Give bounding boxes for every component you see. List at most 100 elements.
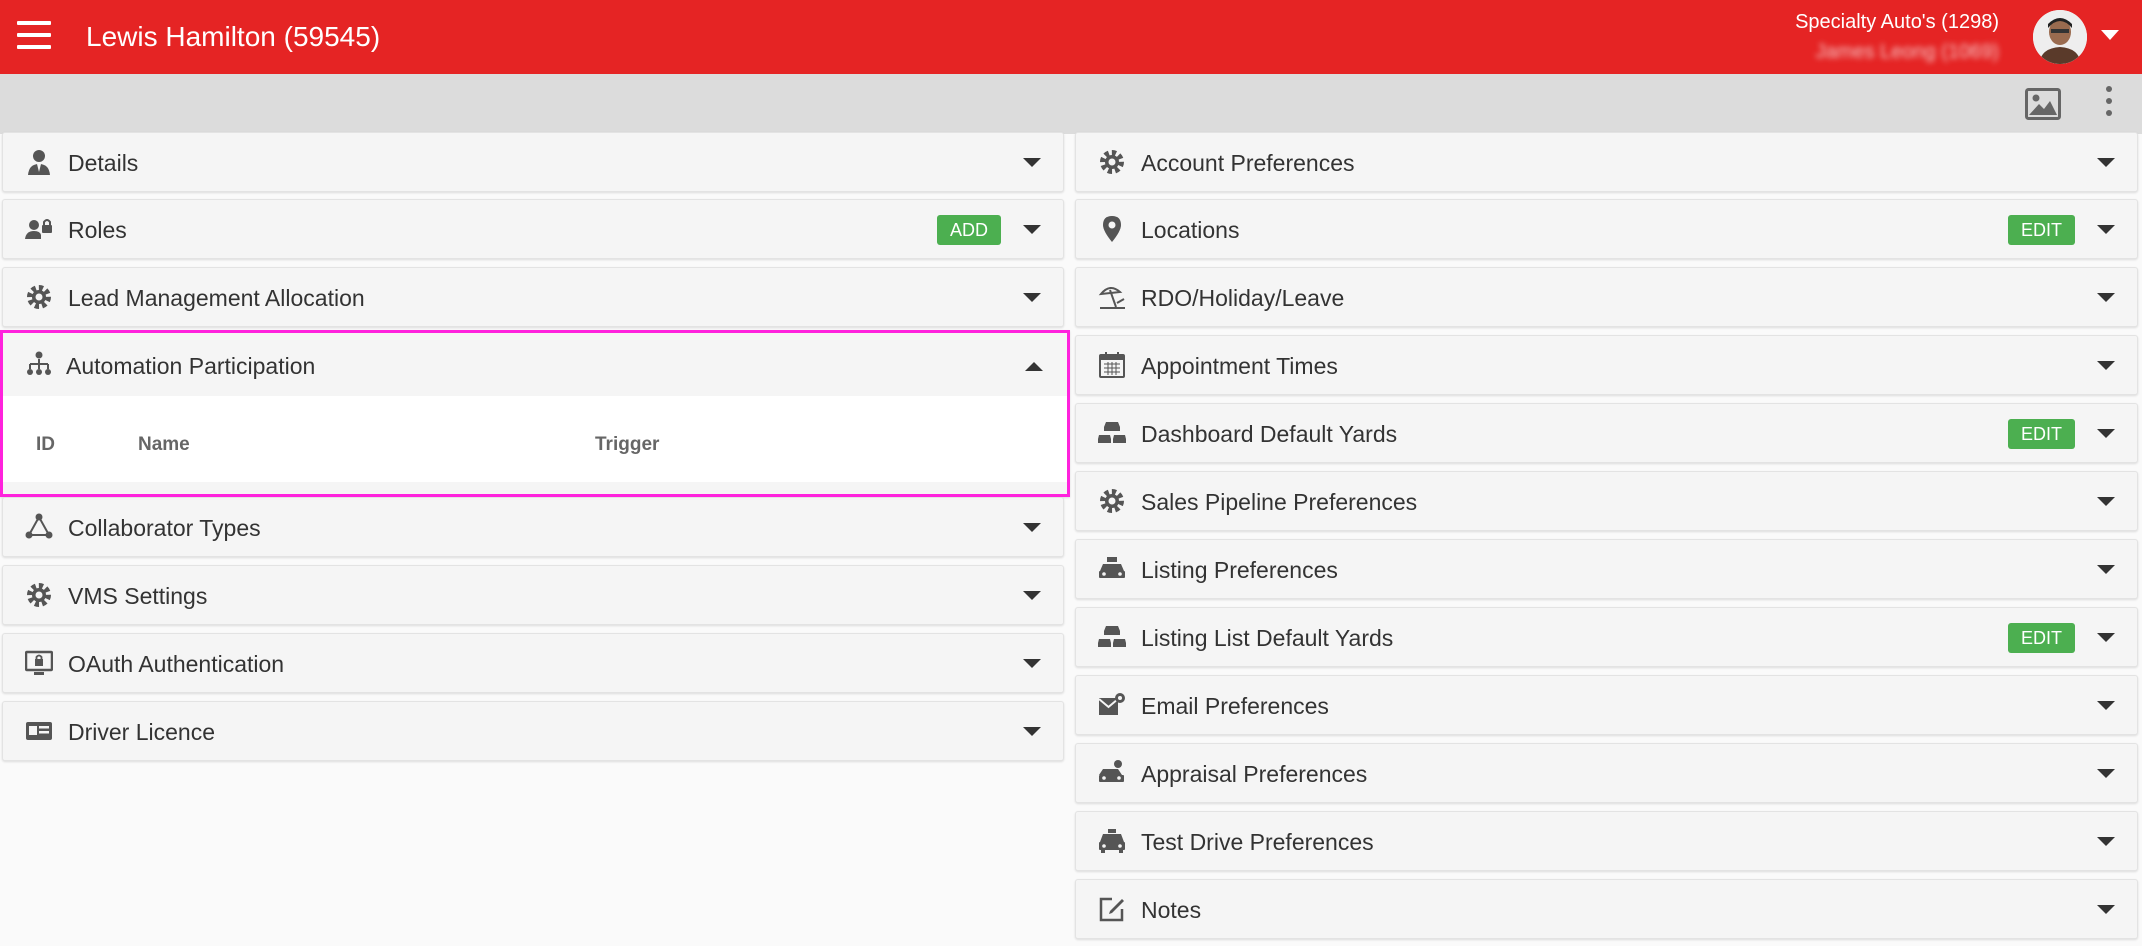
edit-square-icon bbox=[1098, 895, 1126, 923]
column-header-name[interactable]: Name bbox=[138, 434, 190, 456]
panel-licence-header[interactable]: Driver Licence bbox=[3, 702, 1063, 760]
panel-appt-title: Appointment Times bbox=[1141, 353, 1338, 379]
taxi-icon bbox=[1098, 827, 1126, 855]
chevron-down-icon[interactable] bbox=[1023, 523, 1041, 532]
chevron-down-icon[interactable] bbox=[2097, 293, 2115, 302]
map-pin-icon bbox=[1098, 215, 1126, 243]
panel-notes: Notes bbox=[1075, 879, 2138, 939]
panel-email-header[interactable]: Email Preferences bbox=[1076, 676, 2137, 734]
page-title: Lewis Hamilton (59545) bbox=[86, 21, 381, 52]
cars-icon bbox=[1098, 419, 1126, 447]
chevron-down-icon[interactable] bbox=[1023, 727, 1041, 736]
panel-vms-settings: VMS Settings bbox=[2, 565, 1064, 625]
panel-details-header[interactable]: Details bbox=[3, 133, 1063, 191]
chevron-down-icon[interactable] bbox=[2097, 565, 2115, 574]
chevron-down-icon[interactable] bbox=[2097, 225, 2115, 234]
more-options-icon[interactable] bbox=[2103, 86, 2115, 122]
panel-rdo-header[interactable]: RDO/Holiday/Leave bbox=[1076, 268, 2137, 326]
panel-automation-title: Automation Participation bbox=[66, 353, 316, 379]
panel-notes-header[interactable]: Notes bbox=[1076, 880, 2137, 938]
user-lock-icon bbox=[25, 215, 53, 243]
panel-listing-yards-header[interactable]: Listing List Default Yards EDIT bbox=[1076, 608, 2137, 666]
panel-lead-management-header[interactable]: Lead Management Allocation bbox=[3, 268, 1063, 326]
panel-test-drive-header[interactable]: Test Drive Preferences bbox=[1076, 812, 2137, 870]
panel-dash-yards-title: Dashboard Default Yards bbox=[1141, 421, 1398, 447]
panel-locations-header[interactable]: Locations EDIT bbox=[1076, 200, 2137, 258]
menu-icon[interactable] bbox=[17, 21, 51, 51]
panel-test-drive-preferences: Test Drive Preferences bbox=[1075, 811, 2138, 871]
chevron-down-icon[interactable] bbox=[1023, 659, 1041, 668]
panel-listing-prefs-title: Listing Preferences bbox=[1141, 557, 1338, 583]
chevron-down-icon[interactable] bbox=[2097, 633, 2115, 642]
panel-listing-yards-title: Listing List Default Yards bbox=[1141, 625, 1394, 651]
panel-account-preferences: Account Preferences bbox=[1075, 132, 2138, 192]
panel-appointment-times: Appointment Times bbox=[1075, 335, 2138, 395]
panel-email-preferences: Email Preferences bbox=[1075, 675, 2138, 735]
beach-umbrella-icon bbox=[1098, 283, 1126, 311]
chevron-down-icon[interactable] bbox=[1023, 225, 1041, 234]
monitor-lock-icon bbox=[25, 649, 53, 677]
toolbar bbox=[0, 74, 2142, 134]
chevron-down-icon[interactable] bbox=[2097, 497, 2115, 506]
panel-listing-prefs-header[interactable]: Listing Preferences bbox=[1076, 540, 2137, 598]
panel-lead-management-title: Lead Management Allocation bbox=[68, 285, 365, 311]
logged-in-user: James Leong (1069) bbox=[1815, 41, 1999, 63]
panel-oauth-header[interactable]: OAuth Authentication bbox=[3, 634, 1063, 692]
panel-email-title: Email Preferences bbox=[1141, 693, 1329, 719]
panel-roles: Roles ADD bbox=[2, 199, 1064, 259]
add-role-button[interactable]: ADD bbox=[936, 215, 1001, 245]
column-header-trigger[interactable]: Trigger bbox=[595, 434, 659, 456]
chevron-up-icon[interactable] bbox=[1025, 362, 1043, 371]
panel-oauth: OAuth Authentication bbox=[2, 633, 1064, 693]
panel-roles-header[interactable]: Roles ADD bbox=[3, 200, 1063, 258]
user-menu-chevron-icon[interactable] bbox=[2101, 30, 2119, 40]
panel-account-prefs-title: Account Preferences bbox=[1141, 150, 1355, 176]
panel-locations: Locations EDIT bbox=[1075, 199, 2138, 259]
panel-appt-header[interactable]: Appointment Times bbox=[1076, 336, 2137, 394]
chevron-down-icon[interactable] bbox=[1023, 591, 1041, 600]
chevron-down-icon[interactable] bbox=[2097, 158, 2115, 167]
id-card-icon bbox=[25, 717, 53, 745]
chevron-down-icon[interactable] bbox=[2097, 837, 2115, 846]
chevron-down-icon[interactable] bbox=[1023, 158, 1041, 167]
panel-notes-title: Notes bbox=[1141, 897, 1202, 923]
car-dollar-icon bbox=[1098, 759, 1126, 787]
image-icon[interactable] bbox=[2025, 88, 2061, 120]
panel-test-drive-title: Test Drive Preferences bbox=[1141, 829, 1374, 855]
column-header-id[interactable]: ID bbox=[36, 434, 55, 456]
edit-dashboard-yards-button[interactable]: EDIT bbox=[2007, 419, 2075, 449]
chevron-down-icon[interactable] bbox=[2097, 701, 2115, 710]
panel-appraisal-title: Appraisal Preferences bbox=[1141, 761, 1368, 787]
panel-collaborator-title: Collaborator Types bbox=[68, 515, 261, 541]
panel-vms-header[interactable]: VMS Settings bbox=[3, 566, 1063, 624]
chevron-down-icon[interactable] bbox=[2097, 429, 2115, 438]
account-name: Specialty Auto's (1298) bbox=[1795, 11, 1999, 33]
panel-sales-pipeline-header[interactable]: Sales Pipeline Preferences bbox=[1076, 472, 2137, 530]
panel-collaborator-types: Collaborator Types bbox=[2, 497, 1064, 557]
panel-collaborator-header[interactable]: Collaborator Types bbox=[3, 498, 1063, 556]
panel-sales-pipeline-title: Sales Pipeline Preferences bbox=[1141, 489, 1418, 515]
panel-roles-title: Roles bbox=[68, 217, 127, 243]
chevron-down-icon[interactable] bbox=[2097, 361, 2115, 370]
chevron-down-icon[interactable] bbox=[2097, 905, 2115, 914]
avatar[interactable] bbox=[2033, 10, 2087, 64]
panel-appraisal-preferences: Appraisal Preferences bbox=[1075, 743, 2138, 803]
cars-icon bbox=[1098, 623, 1126, 651]
chevron-down-icon[interactable] bbox=[1023, 293, 1041, 302]
edit-listing-yards-button[interactable]: EDIT bbox=[2007, 623, 2075, 653]
chevron-down-icon[interactable] bbox=[2097, 769, 2115, 778]
panel-appraisal-header[interactable]: Appraisal Preferences bbox=[1076, 744, 2137, 802]
user-tie-icon bbox=[25, 148, 53, 176]
panel-automation-participation: Automation Participation ID Name Trigger bbox=[0, 330, 1070, 497]
edit-locations-button[interactable]: EDIT bbox=[2007, 215, 2075, 245]
panel-sales-pipeline: Sales Pipeline Preferences bbox=[1075, 471, 2138, 531]
envelope-gear-icon bbox=[1098, 691, 1126, 719]
panel-account-prefs-header[interactable]: Account Preferences bbox=[1076, 133, 2137, 191]
panel-dash-yards-header[interactable]: Dashboard Default Yards EDIT bbox=[1076, 404, 2137, 462]
panel-lead-management: Lead Management Allocation bbox=[2, 267, 1064, 327]
calendar-icon bbox=[1098, 351, 1126, 379]
triangle-users-icon bbox=[25, 513, 53, 541]
panel-details: Details bbox=[2, 132, 1064, 192]
panel-locations-title: Locations bbox=[1141, 217, 1240, 243]
panel-automation-header[interactable]: Automation Participation bbox=[3, 333, 1067, 396]
